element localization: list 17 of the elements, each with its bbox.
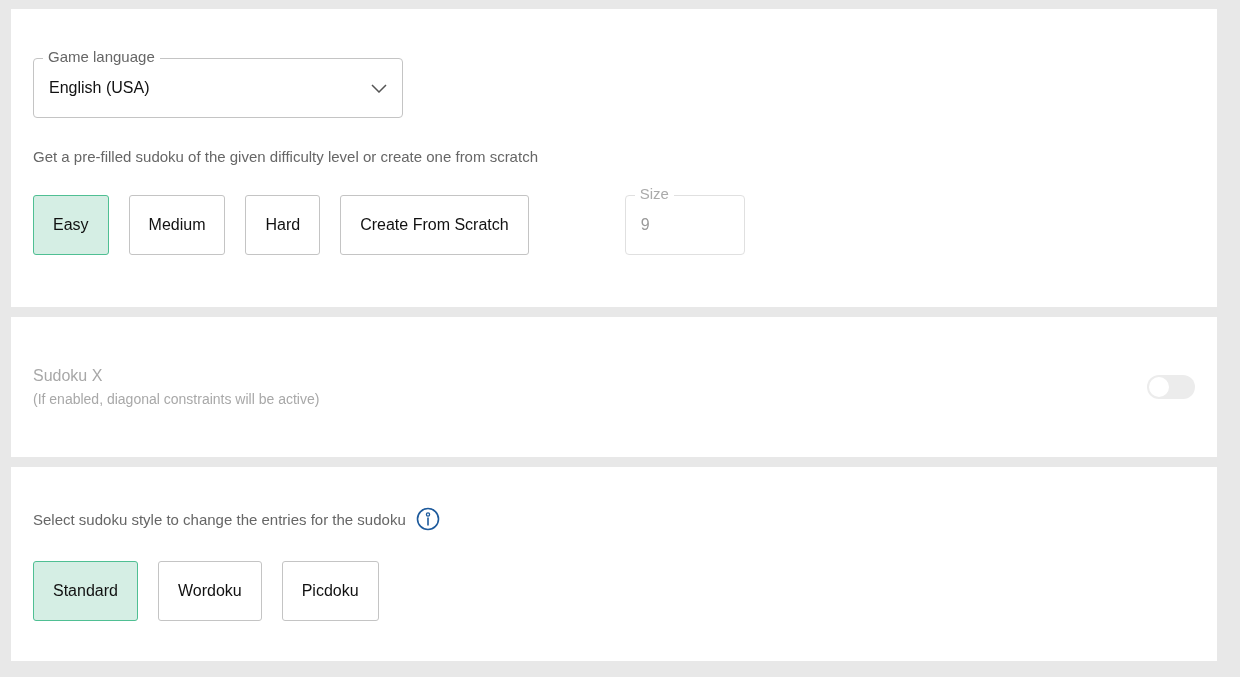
description-text: Get a pre-filled sudoku of the given difficulty level or create one from scratch (33, 148, 539, 165)
description-text: Select sudoku style to change the entries for the sudoku (33, 510, 406, 528)
option-button[interactable]: Wordoku (157, 561, 262, 621)
language-select[interactable]: Game language English (USA) (33, 48, 403, 118)
info-icon[interactable] (415, 507, 440, 531)
option-button[interactable]: Picdoku (281, 561, 379, 621)
chevron-down-icon (371, 83, 387, 93)
option-button[interactable]: Create From Scratch (340, 195, 529, 255)
field-value: 9 (640, 216, 650, 234)
option-button[interactable]: Standard (33, 561, 138, 621)
option-button[interactable]: Medium (128, 195, 226, 255)
setting-title: Sudoku X (33, 367, 104, 385)
field-label: Game language (43, 48, 160, 66)
option-button[interactable]: Easy (33, 195, 109, 255)
select-value: English (USA) (49, 79, 150, 97)
setting-hint: (If enabled, diagonal constraints will be active) (33, 391, 320, 407)
option-button[interactable]: Hard (245, 195, 321, 255)
